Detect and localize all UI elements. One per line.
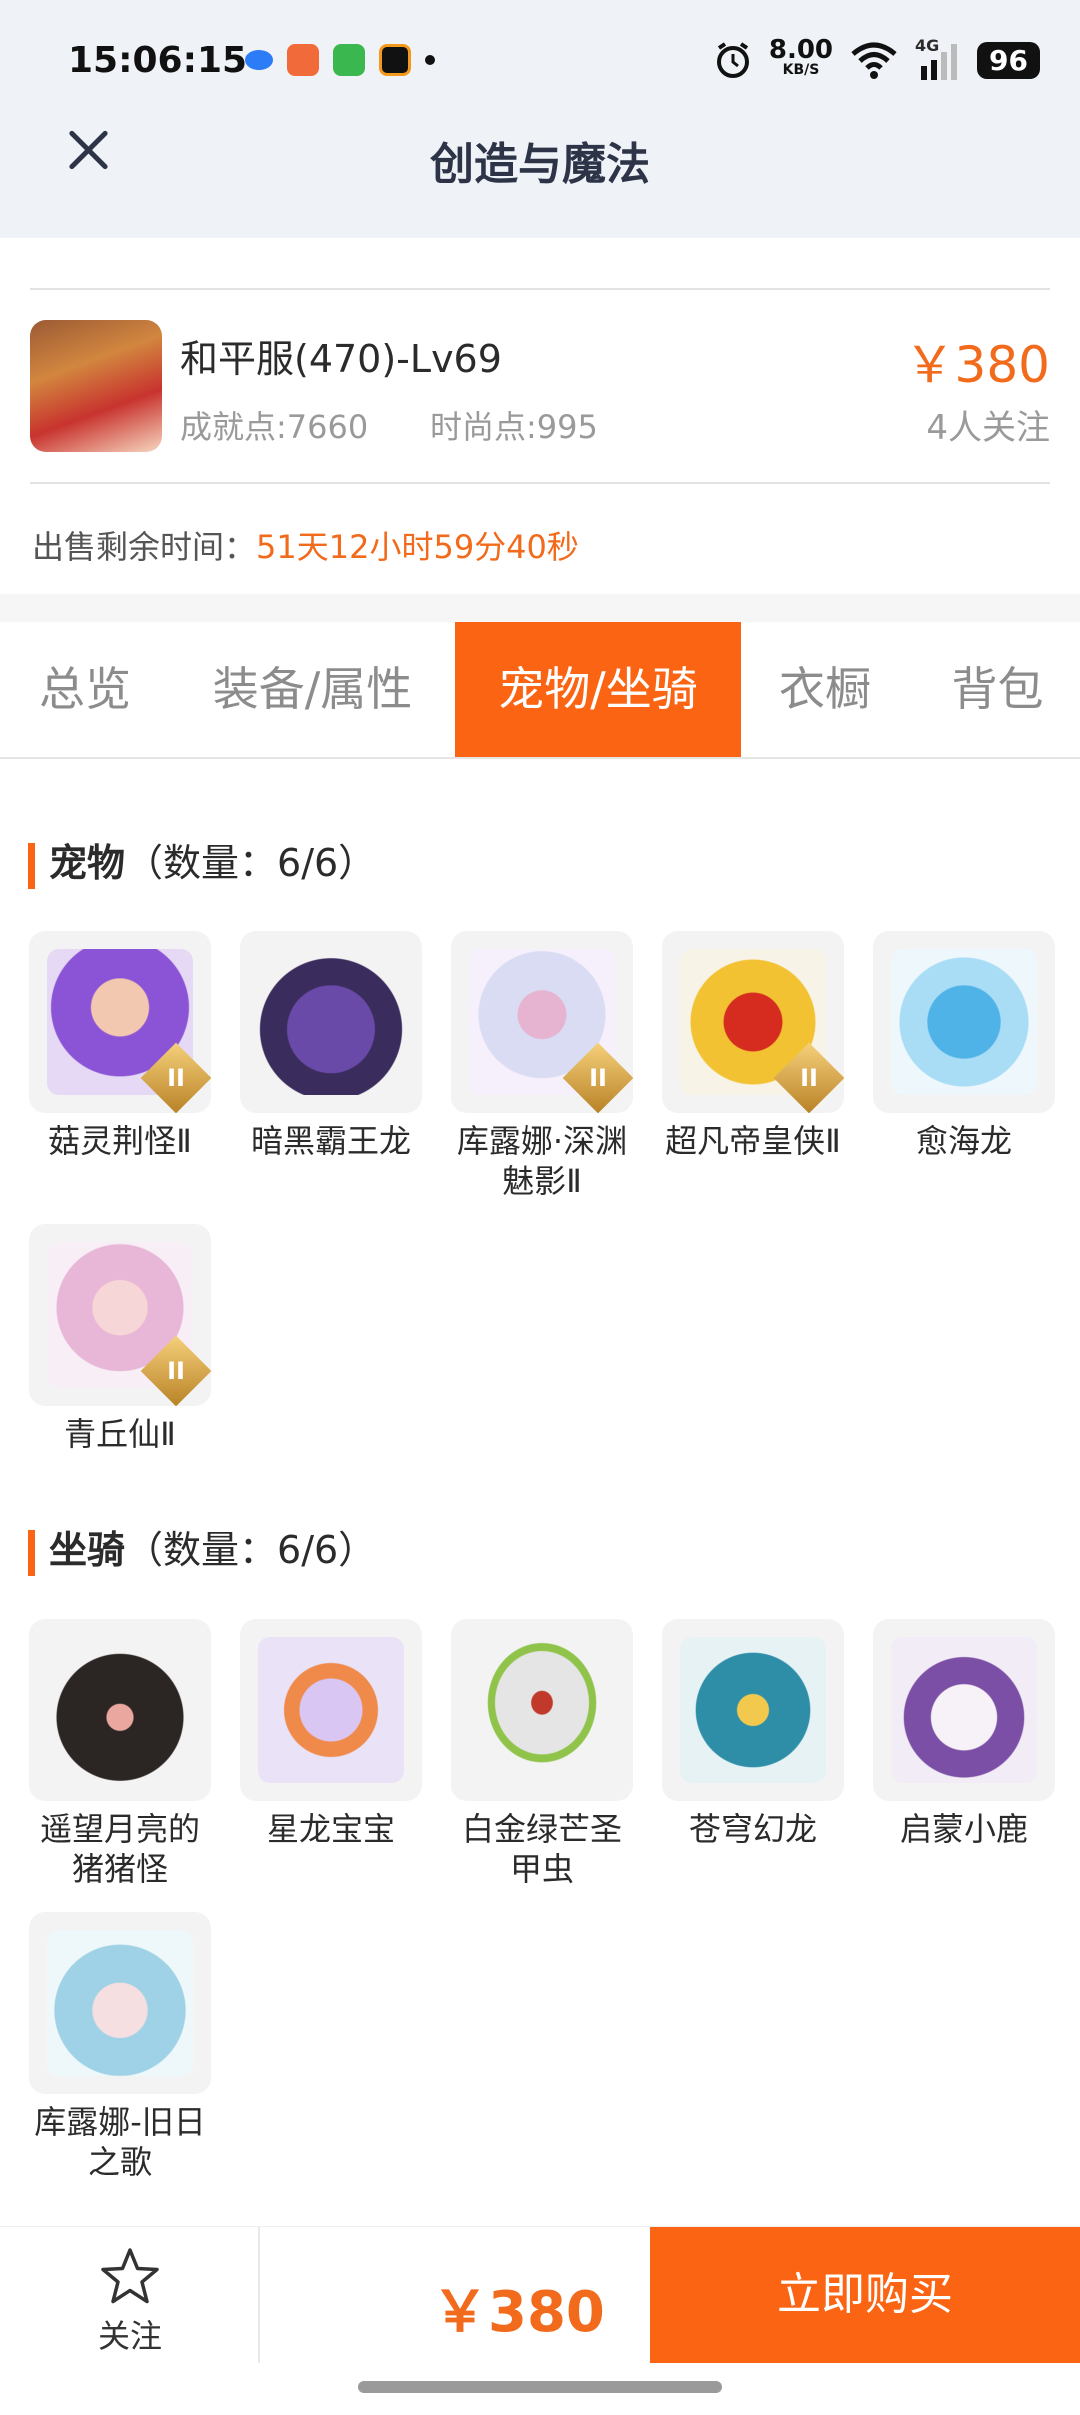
bottom-price: ￥380 <box>432 2280 605 2345</box>
mount-item[interactable]: 库露娜-旧日之歌 <box>29 1912 211 2182</box>
orange-app-icon <box>379 44 411 76</box>
alarm-icon <box>716 42 749 78</box>
account-price: ￥380 <box>904 336 1050 394</box>
battery-indicator: 96 <box>977 41 1040 79</box>
mount-thumbnail <box>29 1619 211 1801</box>
pet-image <box>258 949 404 1095</box>
pet-thumbnail <box>29 1224 211 1406</box>
mount-image <box>258 1637 404 1783</box>
mount-item[interactable]: 白金绿芒圣甲虫 <box>451 1619 633 1889</box>
remaining-time-label: 出售剩余时间： <box>32 528 257 566</box>
pet-item[interactable]: 超凡帝皇侠Ⅱ <box>662 931 844 1161</box>
tab-bar: 总览 装备/属性 宠物/坐骑 衣橱 背包 <box>0 622 1080 759</box>
tab-backpack[interactable]: 背包 <box>920 622 1075 757</box>
pet-item[interactable]: 菇灵荆怪Ⅱ <box>29 931 211 1161</box>
star-icon <box>101 2248 159 2304</box>
pets-section-title: 宠物（数量：6/6） <box>28 832 376 889</box>
follow-button[interactable]: 关注 <box>70 2245 190 2357</box>
pet-item[interactable]: 愈海龙 <box>873 931 1055 1161</box>
mount-thumbnail <box>873 1619 1055 1801</box>
mount-thumbnail <box>662 1619 844 1801</box>
achievement-points: 成就点:7660 <box>180 408 369 446</box>
pet-name: 青丘仙Ⅱ <box>64 1415 176 1453</box>
mount-name: 苍穹幻龙 <box>688 1810 817 1848</box>
remaining-time-value: 51天12小时59分40秒 <box>256 528 579 566</box>
mount-thumbnail <box>451 1619 633 1801</box>
network-type-label: 4G <box>915 36 940 55</box>
pet-thumbnail <box>451 931 633 1113</box>
status-notification-icons <box>245 44 435 76</box>
tab-pets-mounts[interactable]: 宠物/坐骑 <box>455 622 741 757</box>
mount-name: 库露娜-旧日之歌 <box>34 2103 206 2181</box>
pets-count: （数量：6/6） <box>125 841 377 885</box>
mount-name: 白金绿芒圣甲虫 <box>461 1810 622 1888</box>
mount-image <box>47 1930 193 2076</box>
mounts-section-title: 坐骑（数量：6/6） <box>28 1519 376 1576</box>
section-marker <box>28 1529 35 1576</box>
buy-now-button[interactable]: 立即购买 <box>650 2227 1080 2363</box>
pet-item[interactable]: 暗黑霸王龙 <box>240 931 422 1161</box>
divider <box>30 288 1050 290</box>
mount-item[interactable]: 苍穹幻龙 <box>662 1619 844 1849</box>
mount-image <box>680 1637 826 1783</box>
status-time: 15:06:15 <box>68 40 248 81</box>
net-speed-value: 8.00 <box>768 35 834 65</box>
tab-wardrobe[interactable]: 衣橱 <box>755 622 895 757</box>
mounts-title: 坐骑 <box>49 1528 126 1572</box>
mount-image <box>469 1637 615 1783</box>
section-marker <box>28 842 35 889</box>
mount-name: 星龙宝宝 <box>266 1810 395 1848</box>
divider <box>30 482 1050 484</box>
pets-title: 宠物 <box>49 841 126 885</box>
tier-badge-icon <box>140 1042 211 1113</box>
account-avatar <box>30 320 162 452</box>
pet-thumbnail <box>662 931 844 1113</box>
pet-name: 暗黑霸王龙 <box>250 1122 411 1160</box>
mount-item[interactable]: 启蒙小鹿 <box>873 1619 1055 1849</box>
home-indicator[interactable] <box>358 2381 722 2393</box>
top-bar: 15:06:15 8.00 KB/S 4G 96 创造与魔法 <box>0 0 1080 238</box>
status-right: 8.00 KB/S 4G 96 <box>713 35 1040 80</box>
game-app-icon <box>287 44 319 76</box>
net-speed: 8.00 KB/S <box>768 35 834 80</box>
pet-name: 库露娜·深渊魅影Ⅱ <box>456 1122 628 1200</box>
mount-name: 启蒙小鹿 <box>899 1810 1028 1848</box>
more-dot-icon <box>425 55 435 65</box>
mount-image <box>891 1637 1037 1783</box>
sale-remaining-time: 出售剩余时间：51天12小时59分40秒 <box>32 522 579 568</box>
pet-name: 愈海龙 <box>915 1122 1012 1160</box>
tier-badge-icon <box>562 1042 633 1113</box>
mount-thumbnail <box>29 1912 211 2094</box>
pet-item[interactable]: 库露娜·深渊魅影Ⅱ <box>451 931 633 1201</box>
divider <box>258 2227 260 2363</box>
pet-thumbnail <box>240 931 422 1113</box>
mounts-count: （数量：6/6） <box>125 1528 377 1572</box>
section-gap <box>0 594 1080 622</box>
mount-image <box>47 1637 193 1783</box>
tab-equipment[interactable]: 装备/属性 <box>195 622 430 757</box>
pet-thumbnail <box>873 931 1055 1113</box>
mount-name: 遥望月亮的猪猪怪 <box>39 1810 200 1888</box>
signal-icon: 4G <box>915 36 961 80</box>
account-name: 和平服(470)-Lv69 <box>180 337 502 381</box>
pet-item[interactable]: 青丘仙Ⅱ <box>29 1224 211 1454</box>
wifi-icon <box>851 42 897 79</box>
fashion-points: 时尚点:995 <box>430 408 598 446</box>
pet-image <box>891 949 1037 1095</box>
tier-badge-icon <box>140 1335 211 1406</box>
page-title: 创造与魔法 <box>430 139 650 190</box>
tab-overview[interactable]: 总览 <box>0 622 170 757</box>
mount-item[interactable]: 遥望月亮的猪猪怪 <box>29 1619 211 1889</box>
follow-label: 关注 <box>97 2317 162 2355</box>
pet-thumbnail <box>29 931 211 1113</box>
pet-name: 超凡帝皇侠Ⅱ <box>665 1122 841 1160</box>
mount-item[interactable]: 星龙宝宝 <box>240 1619 422 1849</box>
cloud-app-icon <box>245 50 273 70</box>
pet-name: 菇灵荆怪Ⅱ <box>48 1122 192 1160</box>
mount-thumbnail <box>240 1619 422 1801</box>
tier-badge-icon <box>773 1042 844 1113</box>
follower-count: 4人关注 <box>926 408 1050 448</box>
store-app-icon <box>333 44 365 76</box>
